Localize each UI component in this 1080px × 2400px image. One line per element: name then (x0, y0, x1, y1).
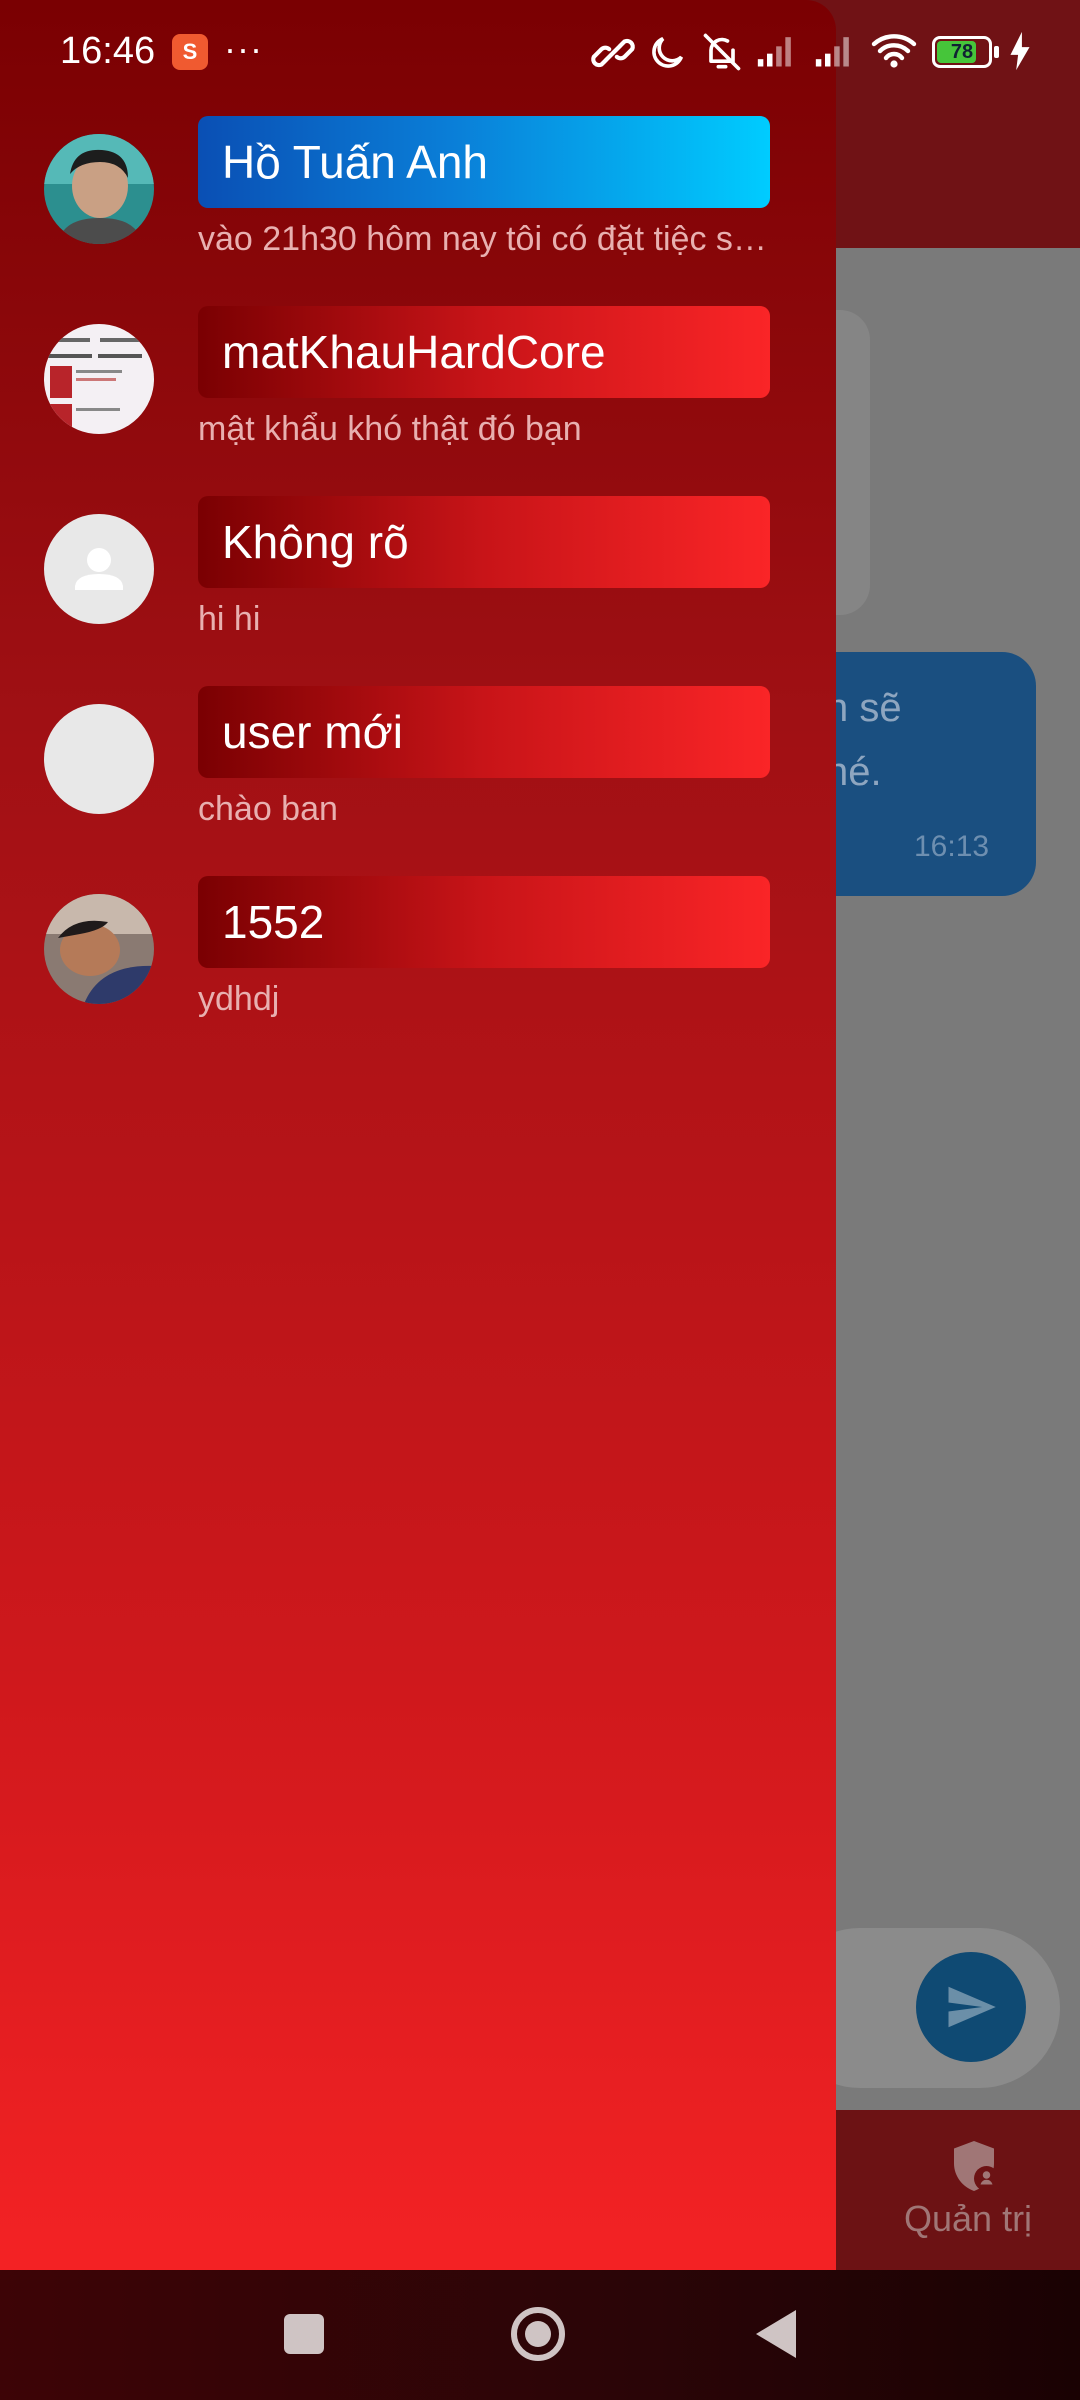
battery-percentage: 78 (950, 41, 974, 63)
back-button[interactable] (752, 2308, 800, 2360)
conversation-item[interactable]: Hồ Tuấn Anh vào 21h30 hôm nay tôi có đặt… (0, 116, 836, 296)
shopee-icon: S (172, 34, 208, 70)
message-time: 16:13 (914, 830, 990, 863)
conversation-item[interactable]: Không rõ hi hi (0, 496, 836, 676)
conversation-preview: mật khẩu khó thật đó bạn (198, 410, 582, 448)
bell-off-icon (703, 33, 741, 71)
conversation-preview: hi hi (198, 600, 261, 638)
user-photo-avatar (44, 134, 154, 244)
battery-cap (994, 46, 999, 58)
conversation-name: Hồ Tuấn Anh (198, 116, 770, 208)
conversation-item[interactable]: 1552 ydhdj (0, 876, 836, 1056)
send-button (916, 1952, 1026, 2062)
admin-shield-icon (954, 2141, 999, 2191)
conversation-name: 1552 (198, 876, 770, 968)
more-icon: ··· (224, 28, 263, 69)
sent-message-line: n sẽ (826, 686, 902, 730)
conversation-name: matKhauHardCore (198, 306, 770, 398)
user-photo-avatar (44, 894, 154, 1004)
conversation-drawer: Hồ Tuấn Anh vào 21h30 hôm nay tôi có đặt… (0, 0, 836, 2400)
conversation-preview: vào 21h30 hôm nay tôi có đặt tiệc sinh n… (198, 220, 770, 258)
conversation-item[interactable]: matKhauHardCore mật khẩu khó thật đó bạn (0, 306, 836, 486)
avatar (44, 514, 154, 624)
charging-icon (1010, 31, 1030, 71)
conversation-name: user mới (198, 686, 770, 778)
signal-icon (815, 37, 849, 67)
wifi-icon (871, 34, 917, 68)
conversation-preview: ydhdj (198, 980, 280, 1018)
signal-icon (757, 37, 791, 67)
clock: 16:46 (60, 30, 156, 72)
send-icon (948, 1986, 996, 2028)
avatar (44, 894, 154, 1004)
conversation-item[interactable]: user mới chào ban (0, 686, 836, 866)
battery-icon: 78 (932, 36, 992, 68)
default-person-icon (44, 514, 154, 624)
screenshot-avatar (44, 324, 154, 434)
avatar (44, 704, 154, 814)
recent-apps-button[interactable] (284, 2314, 324, 2354)
avatar (44, 324, 154, 434)
avatar (44, 134, 154, 244)
conversation-name: Không rõ (198, 496, 770, 588)
home-button[interactable] (510, 2306, 566, 2362)
tab-admin-label: Quản trị (904, 2198, 1033, 2239)
link-icon (591, 38, 635, 68)
moon-icon (652, 36, 684, 68)
conversation-preview: chào ban (198, 790, 338, 828)
status-bar: 16:46 S ··· 78 (0, 0, 1080, 108)
